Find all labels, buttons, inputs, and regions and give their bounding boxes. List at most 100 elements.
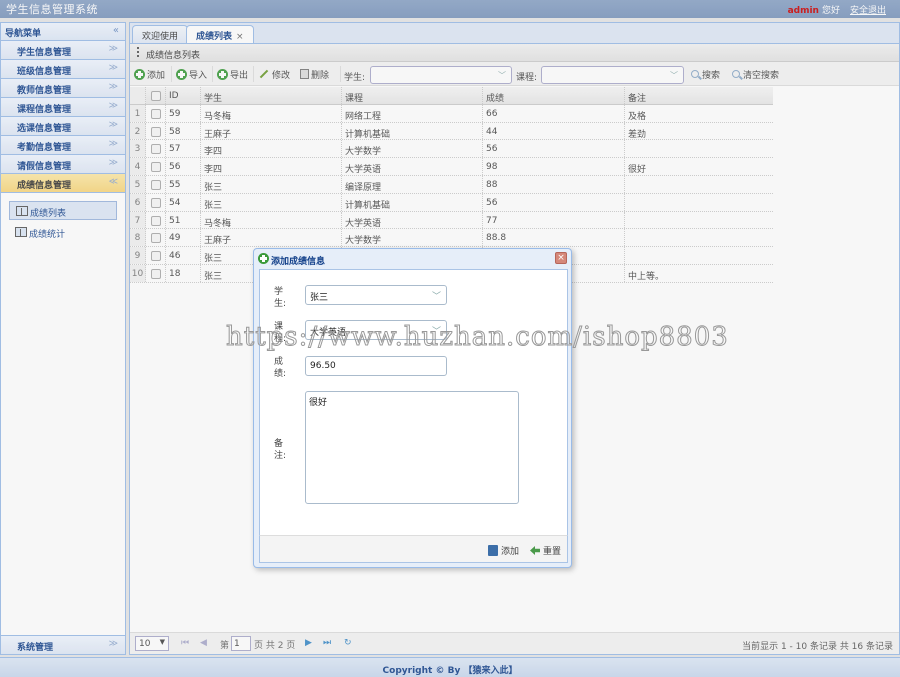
row-checkbox[interactable]: [146, 140, 166, 158]
row-number: 2: [130, 122, 146, 140]
last-page-icon[interactable]: ⏭: [323, 638, 331, 648]
logout-link[interactable]: 安全退出: [850, 6, 886, 16]
divider: [340, 66, 341, 82]
sidebar-item-label: 成绩统计: [29, 230, 66, 240]
cell-student: 马冬梅: [201, 104, 342, 122]
row-checkbox[interactable]: [146, 264, 166, 282]
course-filter-select[interactable]: ﹀: [541, 66, 684, 84]
add-button[interactable]: 添加: [134, 67, 165, 81]
add-score-dialog: 添加成绩信息 × 学生: 张三 ﹀ 课程: 大学英语 ﹀ 成绩: 96.50 备注:…: [253, 248, 572, 568]
delete-button[interactable]: 删除: [300, 67, 329, 81]
prev-page-icon[interactable]: ◀: [200, 638, 207, 648]
cell-id: 59: [166, 104, 201, 122]
column-header-course[interactable]: 课程: [342, 87, 483, 104]
nav-header-title: 导航菜单: [5, 29, 42, 39]
row-checkbox[interactable]: [146, 247, 166, 264]
score-input[interactable]: 96.50: [305, 356, 447, 376]
table-row[interactable]: 7 51 马冬梅 大学英语 77: [130, 211, 773, 230]
plus-icon: [134, 68, 145, 80]
cell-remark: 中上等。: [628, 271, 665, 282]
next-page-icon[interactable]: ▶: [305, 638, 312, 648]
sidebar-section-student[interactable]: 学生信息管理 ≫: [1, 41, 125, 60]
table-row[interactable]: 6 54 张三 计算机基础 56: [130, 193, 773, 212]
table-header-row: ID 学生 课程 成绩 备注: [130, 87, 773, 105]
row-number: 5: [130, 175, 146, 193]
sidebar-item-score-list[interactable]: 成绩列表: [9, 201, 117, 220]
collapse-sidebar-icon[interactable]: «: [113, 25, 119, 36]
row-number: 10: [130, 264, 146, 282]
remark-textarea[interactable]: 很好: [305, 391, 519, 504]
search-button[interactable]: 搜索: [691, 67, 720, 81]
refresh-icon[interactable]: ↻: [344, 638, 352, 648]
button-label: 导出: [230, 70, 249, 81]
cell-score: 56: [483, 193, 625, 211]
sidebar-section-enrollment[interactable]: 选课信息管理 ≫: [1, 117, 125, 136]
row-checkbox[interactable]: [146, 104, 166, 122]
page-number-input[interactable]: 1: [231, 636, 251, 651]
tab-welcome[interactable]: 欢迎使用: [132, 25, 189, 44]
sidebar-section-leave[interactable]: 请假信息管理 ≫: [1, 155, 125, 174]
sidebar-section-course[interactable]: 课程信息管理 ≫: [1, 98, 125, 117]
sidebar-section-teacher[interactable]: 教师信息管理 ≫: [1, 79, 125, 98]
cell-remark: 很好: [628, 165, 647, 175]
first-page-icon[interactable]: ⏮: [181, 638, 189, 648]
sidebar-section-attendance[interactable]: 考勤信息管理 ≫: [1, 136, 125, 155]
dialog-reset-button[interactable]: 重置: [530, 544, 561, 557]
cell-remark: [625, 247, 767, 264]
clear-search-button[interactable]: 清空搜索: [732, 67, 779, 81]
chevron-down-icon: ≫: [108, 139, 118, 149]
row-checkbox[interactable]: [146, 158, 166, 175]
sidebar-section-score[interactable]: 成绩信息管理 ≪: [1, 174, 125, 193]
sidebar-section-system[interactable]: 系统管理 ≫: [1, 635, 125, 654]
section-label: 请假信息管理: [17, 162, 72, 172]
select-all-checkbox[interactable]: [146, 87, 166, 104]
table-row[interactable]: 3 57 李四 大学数学 56: [130, 140, 773, 159]
column-header-student[interactable]: 学生: [201, 87, 342, 104]
table-row[interactable]: 8 49 王麻子 大学数学 88.8: [130, 229, 773, 248]
table-row[interactable]: 2 58 王麻子 计算机基础 44 差劲: [130, 122, 773, 141]
button-label: 清空搜索: [743, 70, 780, 81]
sidebar-item-score-stats[interactable]: 成绩统计: [9, 223, 117, 242]
import-button[interactable]: 导入: [176, 67, 207, 81]
footer-copyright: Copyright © By 【猿来入此】: [0, 657, 900, 677]
column-header-id[interactable]: ID: [166, 87, 201, 104]
close-dialog-icon[interactable]: ×: [555, 252, 567, 264]
cell-student: 张三: [201, 193, 342, 211]
close-tab-icon[interactable]: ×: [236, 32, 244, 42]
row-checkbox[interactable]: [146, 193, 166, 211]
sidebar-section-class[interactable]: 班级信息管理 ≫: [1, 60, 125, 79]
panel-title: 成绩信息列表: [146, 51, 201, 61]
column-header-score[interactable]: 成绩: [483, 87, 625, 104]
dialog-header[interactable]: 添加成绩信息 ×: [254, 249, 571, 267]
column-header-remark[interactable]: 备注: [625, 87, 767, 104]
button-label: 添加: [501, 547, 520, 557]
course-select[interactable]: 大学英语 ﹀: [305, 320, 447, 340]
row-checkbox[interactable]: [146, 175, 166, 193]
table-row[interactable]: 5 55 张三 编译原理 88: [130, 175, 773, 194]
cell-student: 李四: [201, 140, 342, 158]
export-button[interactable]: 导出: [217, 67, 248, 81]
row-checkbox[interactable]: [146, 211, 166, 229]
row-number-header: [130, 87, 146, 104]
edit-button[interactable]: 修改: [259, 67, 290, 81]
cell-course: 大学英语: [342, 158, 483, 175]
divider: [171, 66, 172, 82]
row-checkbox[interactable]: [146, 229, 166, 247]
dialog-add-button[interactable]: 添加: [488, 544, 519, 557]
user-name: admin: [787, 6, 819, 16]
app-title: 学生信息管理系统: [6, 3, 98, 16]
tab-score-list[interactable]: 成绩列表 ×: [186, 25, 254, 45]
table-row[interactable]: 4 56 李四 大学英语 98 很好: [130, 158, 773, 176]
row-checkbox[interactable]: [146, 122, 166, 140]
cell-id: 55: [166, 175, 201, 193]
section-label: 成绩信息管理: [17, 181, 72, 191]
chevron-up-icon: ≪: [108, 177, 118, 187]
cell-remark: [625, 229, 767, 246]
student-filter-select[interactable]: ﹀: [370, 66, 512, 84]
greeting-text: 您好: [821, 6, 840, 16]
student-select[interactable]: 张三 ﹀: [305, 285, 447, 305]
chevron-down-icon: ≫: [108, 639, 118, 649]
delete-icon: [300, 69, 309, 79]
table-row[interactable]: 1 59 马冬梅 网络工程 66 及格: [130, 104, 773, 123]
page-size-select[interactable]: 10 ▼: [135, 636, 169, 651]
